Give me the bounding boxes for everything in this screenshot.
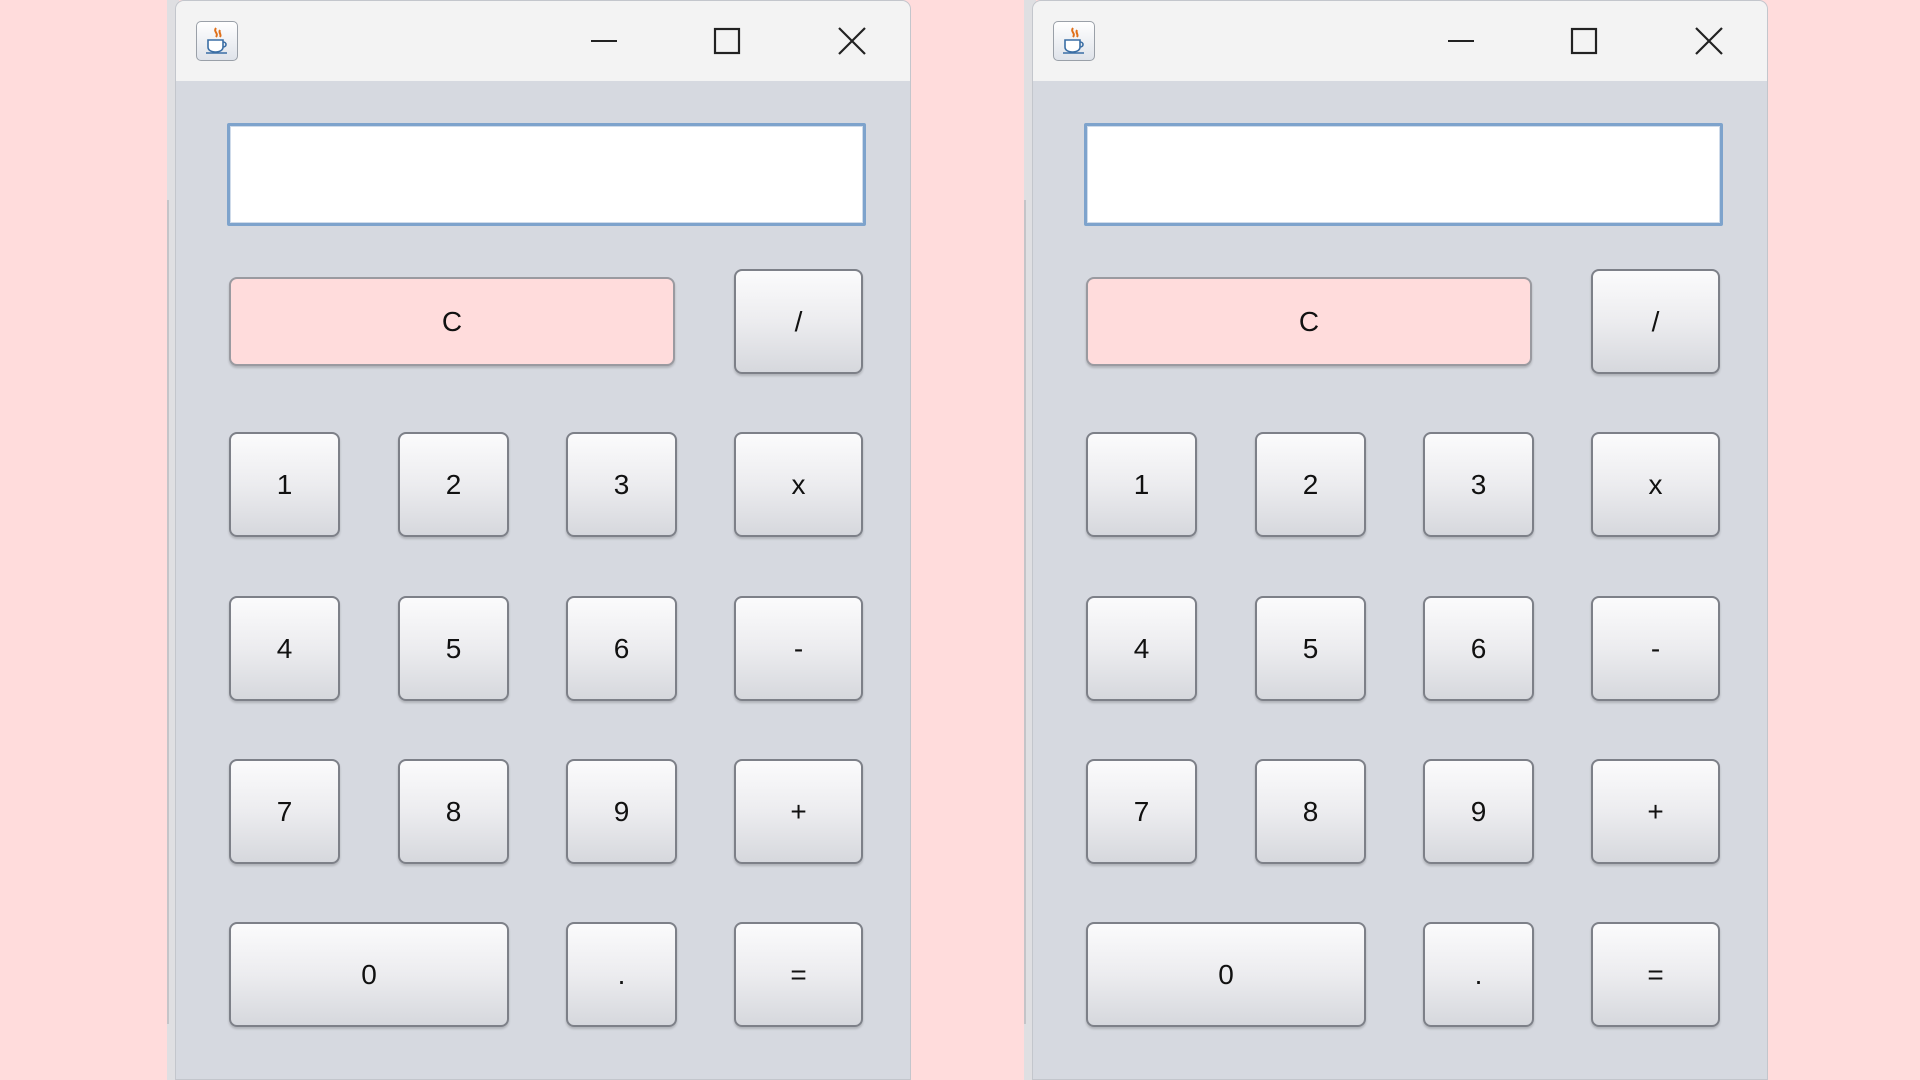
decimal-point-button[interactable]: . [566, 922, 677, 1027]
digit-0-button[interactable]: 0 [1086, 922, 1366, 1027]
digit-9-button[interactable]: 9 [566, 759, 677, 864]
digit-5-button[interactable]: 5 [1255, 596, 1366, 701]
clear-button[interactable]: C [229, 277, 675, 366]
maximize-icon [1570, 27, 1598, 55]
digit-1-button[interactable]: 1 [1086, 432, 1197, 537]
digit-6-button[interactable]: 6 [566, 596, 677, 701]
minimize-icon [591, 40, 617, 42]
java-coffee-cup-icon[interactable] [1053, 21, 1095, 61]
decimal-point-button[interactable]: . [1423, 922, 1534, 1027]
close-button[interactable] [1681, 19, 1737, 63]
maximize-button[interactable] [1556, 19, 1612, 63]
digit-4-button[interactable]: 4 [229, 596, 340, 701]
digit-9-button[interactable]: 9 [1423, 759, 1534, 864]
minimize-button[interactable] [1433, 19, 1489, 63]
minus-button[interactable]: - [734, 596, 863, 701]
equals-button[interactable]: = [734, 922, 863, 1027]
close-icon [838, 27, 866, 55]
calculator-display[interactable] [1084, 123, 1723, 226]
minimize-button[interactable] [576, 19, 632, 63]
calculator-window: C / 1 2 3 x 4 5 6 - 7 8 9 + 0 . = [1032, 0, 1768, 1080]
digit-4-button[interactable]: 4 [1086, 596, 1197, 701]
digit-7-button[interactable]: 7 [229, 759, 340, 864]
title-bar[interactable] [176, 1, 910, 81]
digit-1-button[interactable]: 1 [229, 432, 340, 537]
java-coffee-cup-icon[interactable] [196, 21, 238, 61]
digit-7-button[interactable]: 7 [1086, 759, 1197, 864]
digit-2-button[interactable]: 2 [1255, 432, 1366, 537]
digit-8-button[interactable]: 8 [1255, 759, 1366, 864]
digit-3-button[interactable]: 3 [566, 432, 677, 537]
digit-5-button[interactable]: 5 [398, 596, 509, 701]
digit-6-button[interactable]: 6 [1423, 596, 1534, 701]
close-icon [1695, 27, 1723, 55]
plus-button[interactable]: + [1591, 759, 1720, 864]
digit-8-button[interactable]: 8 [398, 759, 509, 864]
minimize-icon [1448, 40, 1474, 42]
divide-button[interactable]: / [734, 269, 863, 374]
maximize-icon [713, 27, 741, 55]
clear-button[interactable]: C [1086, 277, 1532, 366]
plus-button[interactable]: + [734, 759, 863, 864]
digit-3-button[interactable]: 3 [1423, 432, 1534, 537]
title-bar[interactable] [1033, 1, 1767, 81]
calculator-display[interactable] [227, 123, 866, 226]
minus-button[interactable]: - [1591, 596, 1720, 701]
multiply-button[interactable]: x [1591, 432, 1720, 537]
equals-button[interactable]: = [1591, 922, 1720, 1027]
maximize-button[interactable] [699, 19, 755, 63]
calculator-window: C / 1 2 3 x 4 5 6 - 7 8 9 + 0 . = [175, 0, 911, 1080]
multiply-button[interactable]: x [734, 432, 863, 537]
close-button[interactable] [824, 19, 880, 63]
digit-0-button[interactable]: 0 [229, 922, 509, 1027]
divide-button[interactable]: / [1591, 269, 1720, 374]
digit-2-button[interactable]: 2 [398, 432, 509, 537]
